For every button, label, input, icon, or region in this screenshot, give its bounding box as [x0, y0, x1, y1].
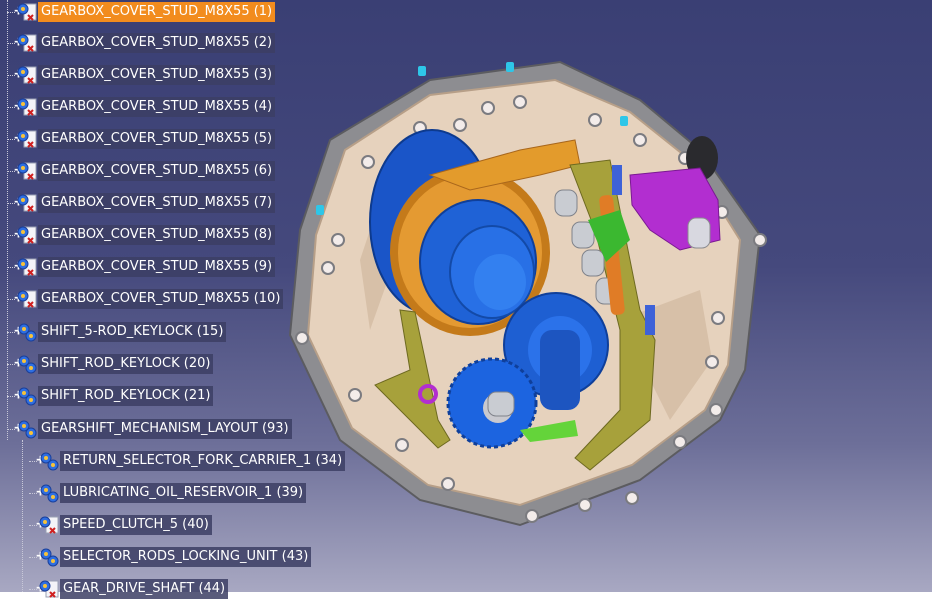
tree-item-label[interactable]: LUBRICATING_OIL_RESERVOIR_1 (39) — [60, 483, 307, 503]
tree-connector — [22, 440, 23, 592]
tree-item-label[interactable]: SPEED_CLUTCH_5 (40) — [60, 515, 212, 535]
product-icon — [38, 450, 60, 472]
tree-item-label[interactable]: GEARBOX_COVER_STUD_M8X55 (1) — [38, 2, 276, 22]
part-icon — [38, 578, 60, 600]
tree-item-label[interactable]: GEARBOX_COVER_STUD_M8X55 (4) — [38, 97, 276, 117]
part-icon — [16, 32, 38, 54]
product-icon — [16, 321, 38, 343]
part-icon — [16, 96, 38, 118]
part-icon — [16, 256, 38, 278]
tree-connector — [7, 0, 8, 440]
product-icon — [38, 546, 60, 568]
tree-item-label[interactable]: GEARBOX_COVER_STUD_M8X55 (8) — [38, 225, 276, 245]
product-icon — [16, 353, 38, 375]
tree-item-label[interactable]: GEARBOX_COVER_STUD_M8X55 (10) — [38, 289, 284, 309]
product-icon — [16, 418, 38, 440]
specification-tree[interactable]: + GEARBOX_COVER_STUD_M8X55 (1)+ GEARBOX_… — [0, 0, 932, 599]
tree-item-label[interactable]: GEARBOX_COVER_STUD_M8X55 (7) — [38, 193, 276, 213]
tree-item-label[interactable]: SHIFT_ROD_KEYLOCK (20) — [38, 354, 214, 374]
part-icon — [16, 224, 38, 246]
tree-item-label[interactable]: GEAR_DRIVE_SHAFT (44) — [60, 579, 229, 599]
part-icon — [16, 160, 38, 182]
tree-item-label[interactable]: SHIFT_ROD_KEYLOCK (21) — [38, 386, 214, 406]
tree-item-label[interactable]: GEARSHIFT_MECHANISM_LAYOUT (93) — [38, 419, 292, 439]
tree-item-label[interactable]: GEARBOX_COVER_STUD_M8X55 (9) — [38, 257, 276, 277]
tree-item-label[interactable]: GEARBOX_COVER_STUD_M8X55 (2) — [38, 33, 276, 53]
part-icon — [16, 128, 38, 150]
product-icon — [16, 385, 38, 407]
part-icon — [16, 1, 38, 23]
part-icon — [38, 514, 60, 536]
part-icon — [16, 192, 38, 214]
tree-item-label[interactable]: RETURN_SELECTOR_FORK_CARRIER_1 (34) — [60, 451, 346, 471]
tree-item-label[interactable]: GEARBOX_COVER_STUD_M8X55 (6) — [38, 161, 276, 181]
tree-item-label[interactable]: GEARBOX_COVER_STUD_M8X55 (3) — [38, 65, 276, 85]
tree-item-label[interactable]: GEARBOX_COVER_STUD_M8X55 (5) — [38, 129, 276, 149]
product-icon — [38, 482, 60, 504]
tree-item-label[interactable]: SHIFT_5-ROD_KEYLOCK (15) — [38, 322, 227, 342]
tree-item-label[interactable]: SELECTOR_RODS_LOCKING_UNIT (43) — [60, 547, 312, 567]
part-icon — [16, 288, 38, 310]
part-icon — [16, 64, 38, 86]
